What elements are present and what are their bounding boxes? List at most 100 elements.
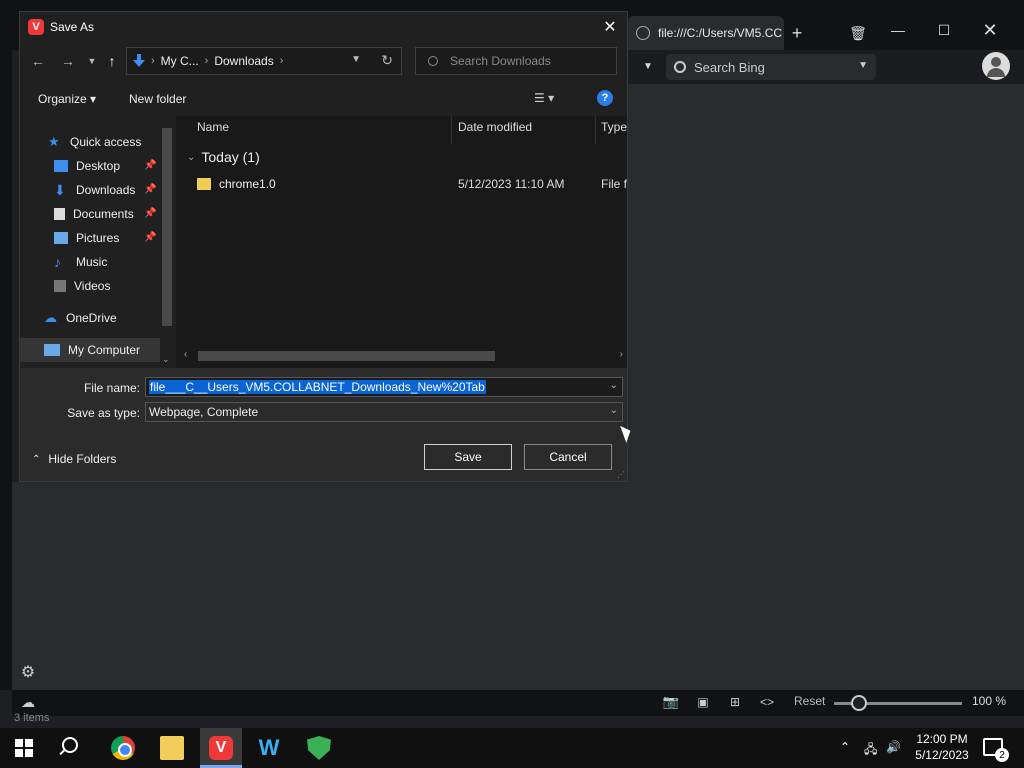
- search-engine-dropdown-icon[interactable]: ▼: [858, 60, 868, 71]
- sidebar-item-quick-access[interactable]: ★ Quick access: [48, 132, 158, 152]
- organize-button[interactable]: Organize ▾: [38, 92, 96, 106]
- chevron-down-icon[interactable]: ⌄: [162, 354, 170, 365]
- nav-scrollbar[interactable]: ⌄: [160, 116, 174, 368]
- forward-arrow-icon[interactable]: →: [58, 50, 78, 72]
- breadcrumb[interactable]: › My C... › Downloads › ▼ ↻: [126, 47, 402, 75]
- network-icon[interactable]: 🖧: [864, 740, 877, 761]
- browser-tab[interactable]: file:///C:/Users/VM5.CC: [628, 16, 784, 50]
- file-name-value: file___C__Users_VM5.COLLABNET_Downloads_…: [149, 380, 486, 394]
- sidebar-item-label: Videos: [74, 279, 111, 293]
- chevron-down-icon[interactable]: ⌄: [610, 405, 618, 416]
- back-arrow-icon[interactable]: ←: [28, 50, 48, 72]
- camera-icon[interactable]: 📷: [662, 694, 680, 710]
- sidebar-item-music[interactable]: ♪ Music: [54, 252, 164, 272]
- minimize-button[interactable]: —: [888, 20, 908, 40]
- chevron-right-icon[interactable]: ›: [620, 349, 623, 360]
- cloud-icon: ☁: [44, 310, 57, 325]
- sidebar-item-my-computer[interactable]: My Computer: [44, 340, 154, 360]
- column-header-type[interactable]: Type: [601, 120, 627, 134]
- browser-search-placeholder: Search Bing: [694, 59, 765, 75]
- column-divider[interactable]: [595, 116, 596, 144]
- chevron-left-icon[interactable]: ‹: [184, 349, 187, 360]
- chevron-right-icon[interactable]: ›: [205, 55, 209, 67]
- chrome-icon[interactable]: [111, 736, 135, 760]
- view-options-button[interactable]: ☰ ▾: [534, 91, 554, 105]
- sidebar-item-label: Pictures: [76, 231, 120, 245]
- search-icon: [428, 56, 438, 66]
- horizontal-scrollbar[interactable]: ‹ ›: [182, 349, 627, 363]
- search-downloads-input[interactable]: Search Downloads: [415, 47, 617, 75]
- column-header-date[interactable]: Date modified: [458, 120, 532, 134]
- column-header-name[interactable]: Name: [197, 120, 229, 134]
- save-type-label: Save as type:: [67, 406, 140, 420]
- browser-page-content-lower: [12, 482, 628, 690]
- help-icon[interactable]: ?: [597, 90, 613, 106]
- file-name-label: File name:: [83, 381, 140, 395]
- chevron-down-icon[interactable]: ▼: [351, 54, 361, 65]
- close-window-button[interactable]: ✕: [980, 20, 1000, 40]
- zoom-slider-thumb[interactable]: [851, 695, 867, 711]
- downloads-icon: [133, 54, 145, 68]
- new-tab-button[interactable]: +: [788, 23, 806, 43]
- windows-start-icon[interactable]: [15, 739, 33, 757]
- tiling-icon[interactable]: ⊞: [726, 694, 744, 710]
- volume-icon[interactable]: 🔊: [886, 740, 901, 754]
- nav-scrollbar-thumb[interactable]: [162, 128, 172, 326]
- chevron-down-icon[interactable]: ▼: [642, 60, 654, 72]
- profile-avatar[interactable]: [982, 52, 1010, 80]
- zoom-level: 100 %: [972, 694, 1007, 708]
- chevron-down-icon[interactable]: ⌄: [187, 152, 195, 163]
- sidebar-item-videos[interactable]: Videos: [54, 276, 164, 296]
- file-type-cell: File fo: [601, 177, 627, 191]
- maximize-button[interactable]: ☐: [934, 20, 954, 40]
- chevron-right-icon[interactable]: ›: [280, 55, 284, 67]
- table-row[interactable]: chrome1.0: [197, 177, 276, 191]
- code-icon[interactable]: <>: [758, 694, 776, 710]
- recent-locations-chevron-icon[interactable]: ▼: [82, 50, 102, 72]
- column-divider[interactable]: [451, 116, 452, 144]
- browser-search-box[interactable]: Search Bing ▼: [666, 54, 876, 80]
- chevron-up-icon[interactable]: ⌃: [840, 740, 850, 754]
- clock-time: 12:00 PM: [916, 732, 968, 746]
- sidebar-item-onedrive[interactable]: ☁ OneDrive: [44, 308, 154, 328]
- save-button[interactable]: Save: [424, 444, 512, 470]
- zoom-reset-button[interactable]: Reset: [794, 694, 825, 708]
- browser-page-content: [628, 84, 1024, 690]
- clock-date: 5/12/2023: [915, 748, 969, 762]
- resize-grip-icon[interactable]: ⋰: [617, 470, 625, 479]
- save-type-select[interactable]: Webpage, Complete ⌄: [145, 402, 623, 422]
- browser-side-panel: [0, 50, 12, 690]
- vivaldi-icon[interactable]: V: [209, 736, 233, 760]
- search-icon: [674, 61, 686, 73]
- pin-icon: 📌: [144, 232, 157, 243]
- sidebar-item-label: Music: [76, 255, 108, 269]
- notification-count-badge: 2: [995, 748, 1009, 762]
- save-as-dialog: V Save As ✕ ← → ▼ ↑ › My C... › Download…: [19, 11, 628, 482]
- dialog-title: Save As: [50, 20, 95, 34]
- chevron-down-icon[interactable]: ⌄: [610, 380, 618, 391]
- up-arrow-icon[interactable]: ↑: [102, 50, 122, 72]
- settings-gear-icon[interactable]: ⚙: [18, 662, 38, 682]
- chevron-right-icon[interactable]: ›: [151, 55, 155, 67]
- breadcrumb-item-my-computer[interactable]: My C...: [161, 54, 199, 68]
- horizontal-scrollbar-thumb[interactable]: [198, 351, 495, 361]
- dialog-title-bar[interactable]: V Save As: [20, 12, 627, 42]
- trash-icon[interactable]: 🗑: [849, 24, 867, 42]
- hide-folders-button[interactable]: ⌃ Hide Folders: [32, 452, 116, 466]
- new-folder-button[interactable]: New folder: [129, 92, 186, 106]
- file-explorer-icon[interactable]: [160, 736, 184, 760]
- cloud-icon[interactable]: ☁: [18, 694, 38, 710]
- tab-title: file:///C:/Users/VM5.CC: [658, 26, 783, 40]
- refresh-icon[interactable]: ↻: [381, 52, 393, 69]
- dialog-close-button[interactable]: ✕: [599, 16, 621, 38]
- breadcrumb-item-downloads[interactable]: Downloads: [214, 54, 273, 68]
- search-icon[interactable]: [62, 737, 78, 753]
- clock[interactable]: 12:00 PM 5/12/2023: [912, 731, 972, 763]
- w-app-icon[interactable]: W: [257, 735, 281, 760]
- cancel-button[interactable]: Cancel: [524, 444, 612, 470]
- image-icon[interactable]: ▣: [694, 694, 712, 710]
- items-count: 3 items: [14, 712, 50, 724]
- file-name-input[interactable]: file___C__Users_VM5.COLLABNET_Downloads_…: [145, 377, 623, 397]
- group-header-today[interactable]: ⌄ Today (1): [187, 149, 260, 165]
- document-icon: [54, 208, 65, 220]
